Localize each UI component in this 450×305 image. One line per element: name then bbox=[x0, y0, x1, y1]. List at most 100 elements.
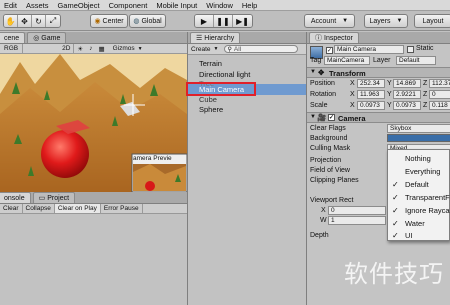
search-icon: ⚲ bbox=[227, 46, 232, 53]
camera-enabled-checkbox[interactable]: ✓ bbox=[328, 114, 335, 121]
menu-gameobject[interactable]: GameObject bbox=[53, 1, 99, 10]
global-space-button[interactable]: ◍ Global bbox=[129, 14, 166, 28]
audio-icon[interactable]: ♪ bbox=[86, 45, 95, 52]
search-field[interactable]: ⚲ All bbox=[224, 45, 299, 53]
light-icon[interactable]: ☀ bbox=[74, 45, 86, 53]
culling-option-nothing[interactable]: Nothing bbox=[405, 154, 431, 163]
scale-x-field[interactable]: 0.0973 bbox=[357, 101, 385, 110]
pause-icon[interactable]: ❚❚ bbox=[214, 15, 233, 27]
play-icon[interactable]: ▶ bbox=[195, 15, 214, 27]
depth-label: Depth bbox=[310, 232, 329, 239]
effects-icon[interactable]: ▦ bbox=[95, 45, 107, 53]
static-label: Static bbox=[416, 45, 434, 52]
culling-option-transparentfx[interactable]: TransparentFX bbox=[405, 193, 450, 202]
scale-tool-icon[interactable]: ⤢ bbox=[46, 15, 60, 27]
tab-console[interactable]: onsole bbox=[0, 192, 31, 203]
menu-mobile-input[interactable]: Mobile Input bbox=[152, 1, 197, 10]
tag-dropdown[interactable]: MainCamera bbox=[324, 56, 370, 65]
axis-y-label: Y bbox=[387, 91, 392, 98]
tab-game[interactable]: ◎ Game bbox=[27, 32, 67, 43]
hierarchy-item-terrain[interactable]: Terrain bbox=[199, 59, 222, 68]
layer-dropdown[interactable]: Default bbox=[396, 56, 436, 65]
layout-label: Layout bbox=[422, 17, 444, 25]
tab-scene-label: cene bbox=[4, 34, 20, 42]
axis-x-label: X bbox=[350, 80, 355, 87]
menu-assets[interactable]: Assets bbox=[22, 1, 49, 10]
tab-project[interactable]: ▭ Project bbox=[32, 192, 76, 203]
transform-tools: ✋ ✥ ↻ ⤢ bbox=[3, 14, 61, 28]
rotation-x-field[interactable]: 11.963 bbox=[357, 90, 385, 99]
clear-on-play-button[interactable]: Clear on Play bbox=[54, 204, 101, 213]
console-toolbar: Clear Collapse Clear on Play Error Pause bbox=[0, 204, 187, 214]
camera-title: Camera bbox=[338, 114, 366, 123]
account-dropdown[interactable]: Account ▼ bbox=[304, 14, 355, 28]
create-dropdown[interactable]: Create bbox=[188, 46, 214, 53]
layout-dropdown[interactable]: Layout bbox=[414, 14, 450, 28]
clear-flags-dropdown[interactable]: Skybox bbox=[387, 124, 450, 133]
hierarchy-item-cube[interactable]: Cube bbox=[199, 95, 217, 104]
pivot-label: Center bbox=[102, 17, 124, 25]
culling-option-everything[interactable]: Everything bbox=[405, 167, 440, 176]
projection-label: Projection bbox=[310, 157, 342, 164]
game-icon: ◎ bbox=[33, 35, 40, 42]
background-color-fill bbox=[388, 135, 450, 141]
position-z-field[interactable]: 112.37 bbox=[429, 79, 450, 88]
culling-option-ui[interactable]: UI bbox=[405, 231, 413, 240]
tab-hierarchy-label: Hierarchy bbox=[204, 34, 235, 42]
background-color-swatch[interactable] bbox=[387, 134, 450, 142]
scale-y-field[interactable]: 0.0973 bbox=[393, 101, 421, 110]
culling-mask-menu: Nothing Everything ✓ Default ✓ Transpare… bbox=[387, 149, 450, 241]
transform-header[interactable]: ▼ ✥ Transform bbox=[307, 67, 450, 78]
axis-z-label: Z bbox=[423, 102, 428, 109]
tab-console-label: onsole bbox=[4, 194, 25, 202]
viewport-x-field[interactable]: 0 bbox=[328, 206, 386, 215]
scene-viewport[interactable]: amera Previe bbox=[0, 54, 187, 192]
hierarchy-panel: ☰ Hierarchy Create ▼ ⚲ All Terrain Direc… bbox=[186, 32, 306, 305]
mode-2d-toggle[interactable]: 2D bbox=[59, 44, 75, 53]
hand-tool-icon[interactable]: ✋ bbox=[4, 15, 18, 27]
menu-edit[interactable]: Edit bbox=[0, 1, 17, 10]
culling-option-ignore-raycast[interactable]: Ignore Raycast bbox=[405, 206, 450, 215]
layers-dropdown[interactable]: Layers ▼ bbox=[364, 14, 408, 28]
viewport-w-field[interactable]: 1 bbox=[328, 216, 386, 225]
gizmos-dropdown[interactable]: Gizmos bbox=[110, 45, 138, 52]
menu-window[interactable]: Window bbox=[202, 1, 233, 10]
culling-option-default[interactable]: Default bbox=[405, 180, 429, 189]
rotation-y-field[interactable]: 2.9221 bbox=[393, 90, 421, 99]
clear-button[interactable]: Clear bbox=[0, 204, 23, 213]
error-pause-button[interactable]: Error Pause bbox=[101, 204, 143, 213]
rotate-tool-icon[interactable]: ↻ bbox=[32, 15, 46, 27]
viewport-x-label: X bbox=[321, 207, 326, 214]
hierarchy-item-sphere[interactable]: Sphere bbox=[199, 105, 223, 114]
hierarchy-item-directional-light[interactable]: Directional light bbox=[199, 70, 250, 79]
scale-z-field[interactable]: 0.118 bbox=[429, 101, 450, 110]
active-checkbox[interactable]: ✓ bbox=[326, 47, 333, 54]
position-y-field[interactable]: 14.869 bbox=[393, 79, 421, 88]
step-icon[interactable]: ▶❚ bbox=[233, 15, 252, 27]
object-name-field[interactable]: Main Camera bbox=[334, 45, 404, 54]
collapse-button[interactable]: Collapse bbox=[23, 204, 55, 213]
scene-toolbar: RGB 2D ☀ ♪ ▦ Gizmos ▼ bbox=[0, 44, 187, 54]
menu-component[interactable]: Component bbox=[105, 1, 148, 10]
play-controls: ▶ ❚❚ ▶❚ bbox=[194, 14, 253, 28]
move-tool-icon[interactable]: ✥ bbox=[18, 15, 32, 27]
rotation-z-field[interactable]: 0 bbox=[429, 90, 450, 99]
viewport-w-label: W bbox=[320, 217, 327, 224]
shading-mode-dropdown[interactable]: RGB bbox=[0, 44, 24, 53]
menu-help[interactable]: Help bbox=[238, 1, 257, 10]
static-checkbox[interactable] bbox=[407, 46, 414, 53]
culling-option-water[interactable]: Water bbox=[405, 219, 425, 228]
transform-title: Transform bbox=[329, 69, 366, 78]
camera-header[interactable]: ▼ 🎥 ✓ Camera bbox=[307, 112, 450, 123]
pivot-icon: ◉ bbox=[94, 18, 101, 25]
space-label: Global bbox=[141, 17, 162, 25]
axis-x-label: X bbox=[350, 91, 355, 98]
pivot-center-button[interactable]: ◉ Center bbox=[90, 14, 128, 28]
tab-hierarchy[interactable]: ☰ Hierarchy bbox=[190, 32, 241, 43]
tab-inspector[interactable]: ⓘ Inspector bbox=[309, 32, 359, 43]
highlight-annotation-box bbox=[186, 82, 256, 96]
position-x-field[interactable]: 252.34 bbox=[357, 79, 385, 88]
clear-flags-label: Clear Flags bbox=[310, 125, 346, 132]
account-label: Account bbox=[310, 17, 337, 25]
tab-scene[interactable]: cene bbox=[0, 32, 26, 43]
